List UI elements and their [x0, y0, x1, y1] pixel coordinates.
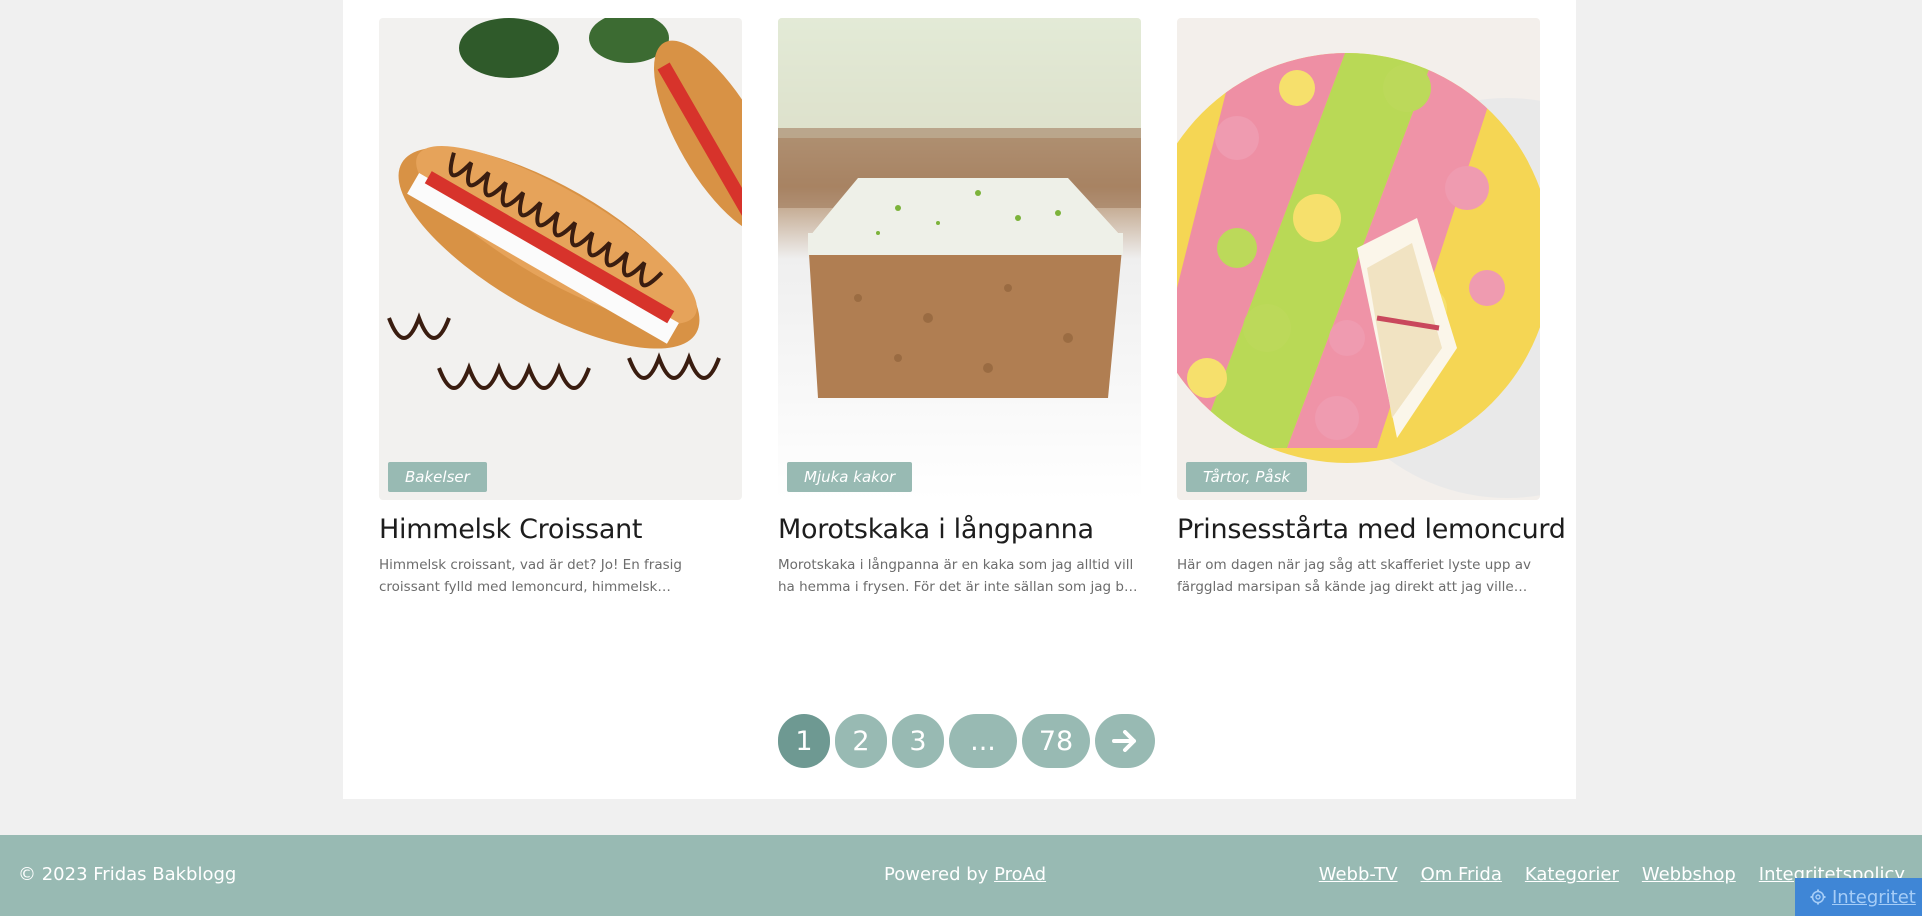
category-tag[interactable]: Tårtor, Påsk — [1186, 462, 1308, 492]
pagination: 1 2 3 ... 78 — [778, 714, 1155, 768]
recipe-card[interactable]: Mjuka kakor Morotskaka i långpanna Morot… — [778, 18, 1141, 598]
powered-by-label: Powered by — [884, 864, 995, 885]
main-content: Bakelser Himmelsk Croissant Himmelsk cro… — [343, 0, 1576, 799]
recipe-excerpt: Himmelsk croissant, vad är det? Jo! En f… — [379, 557, 682, 595]
recipe-title[interactable]: Morotskaka i långpanna — [778, 514, 1141, 545]
footer-link-webb-tv[interactable]: Webb-TV — [1319, 864, 1398, 885]
recipe-card[interactable]: Tårtor, Påsk Prinsesstårta med lemoncurd… — [1177, 18, 1566, 598]
powered-by: Powered by ProAd — [884, 864, 1046, 885]
recipe-title[interactable]: Himmelsk Croissant — [379, 514, 742, 545]
recipe-image-carrot-cake[interactable]: Mjuka kakor — [778, 18, 1141, 500]
recipe-image-princess-cake[interactable]: Tårtor, Påsk — [1177, 18, 1540, 500]
category-tag[interactable]: Mjuka kakor — [787, 462, 913, 492]
next-page-button[interactable] — [1095, 714, 1155, 768]
page-button-3[interactable]: 3 — [892, 714, 944, 768]
proad-link[interactable]: ProAd — [994, 864, 1046, 885]
page-button-1[interactable]: 1 — [778, 714, 830, 768]
copyright-text: © 2023 Fridas Bakblogg — [18, 864, 237, 885]
page: Bakelser Himmelsk Croissant Himmelsk cro… — [0, 0, 1922, 916]
page-button-last[interactable]: 78 — [1022, 714, 1090, 768]
page-button-2[interactable]: 2 — [835, 714, 887, 768]
page-ellipsis: ... — [949, 714, 1017, 768]
footer-link-webbshop[interactable]: Webbshop — [1642, 864, 1736, 885]
recipe-excerpt: Här om dagen när jag såg att skafferiet … — [1177, 557, 1531, 595]
footer-link-kategorier[interactable]: Kategorier — [1525, 864, 1619, 885]
recipe-excerpt: Morotskaka i långpanna är en kaka som ja… — [778, 557, 1137, 595]
recipe-grid: Bakelser Himmelsk Croissant Himmelsk cro… — [379, 18, 1566, 598]
recipe-title[interactable]: Prinsesstårta med lemoncurd — [1177, 514, 1566, 545]
recipe-card[interactable]: Bakelser Himmelsk Croissant Himmelsk cro… — [379, 18, 742, 598]
category-tag[interactable]: Bakelser — [388, 462, 487, 492]
privacy-settings-button[interactable]: Integritet — [1795, 878, 1922, 916]
gear-icon — [1810, 889, 1826, 905]
privacy-button-label: Integritet — [1832, 886, 1916, 908]
site-footer: © 2023 Fridas Bakblogg Powered by ProAd … — [0, 835, 1922, 916]
recipe-image-croissant[interactable]: Bakelser — [379, 18, 742, 500]
footer-link-om-frida[interactable]: Om Frida — [1421, 864, 1502, 885]
arrow-right-icon — [1112, 730, 1136, 752]
